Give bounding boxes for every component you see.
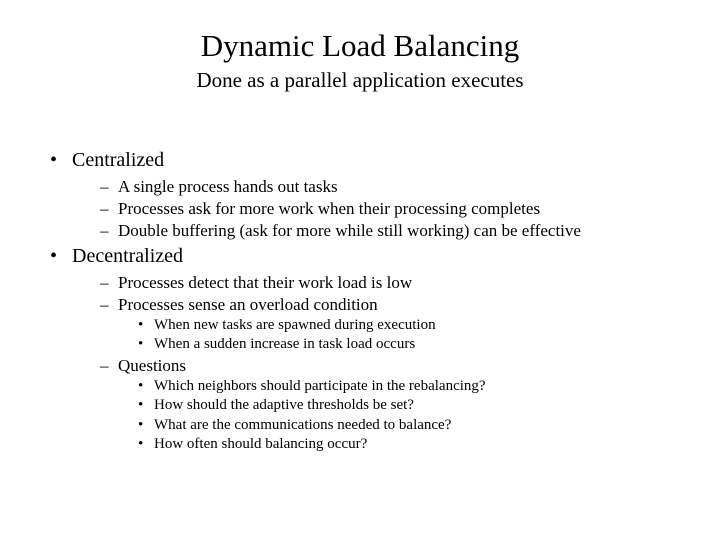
decentralized-questions: Questions bbox=[118, 355, 690, 377]
decentralized-item: Processes sense an overload condition bbox=[118, 294, 690, 316]
decentralized-item: Processes detect that their work load is… bbox=[118, 272, 690, 294]
slide-title: Dynamic Load Balancing bbox=[30, 28, 690, 64]
question-item: How should the adaptive thresholds be se… bbox=[154, 396, 690, 416]
slide-subtitle: Done as a parallel application executes bbox=[30, 68, 690, 93]
content-list: Centralized A single process hands out t… bbox=[30, 149, 690, 455]
bullet-decentralized: Decentralized bbox=[72, 245, 690, 268]
question-item: What are the communications needed to ba… bbox=[154, 416, 690, 436]
bullet-centralized: Centralized bbox=[72, 149, 690, 172]
overload-subitem: When new tasks are spawned during execut… bbox=[154, 316, 690, 336]
centralized-item: A single process hands out tasks bbox=[118, 176, 690, 198]
question-item: Which neighbors should participate in th… bbox=[154, 377, 690, 397]
centralized-item: Double buffering (ask for more while sti… bbox=[118, 220, 690, 242]
overload-subitem: When a sudden increase in task load occu… bbox=[154, 335, 690, 355]
question-item: How often should balancing occur? bbox=[154, 435, 690, 455]
centralized-item: Processes ask for more work when their p… bbox=[118, 198, 690, 220]
